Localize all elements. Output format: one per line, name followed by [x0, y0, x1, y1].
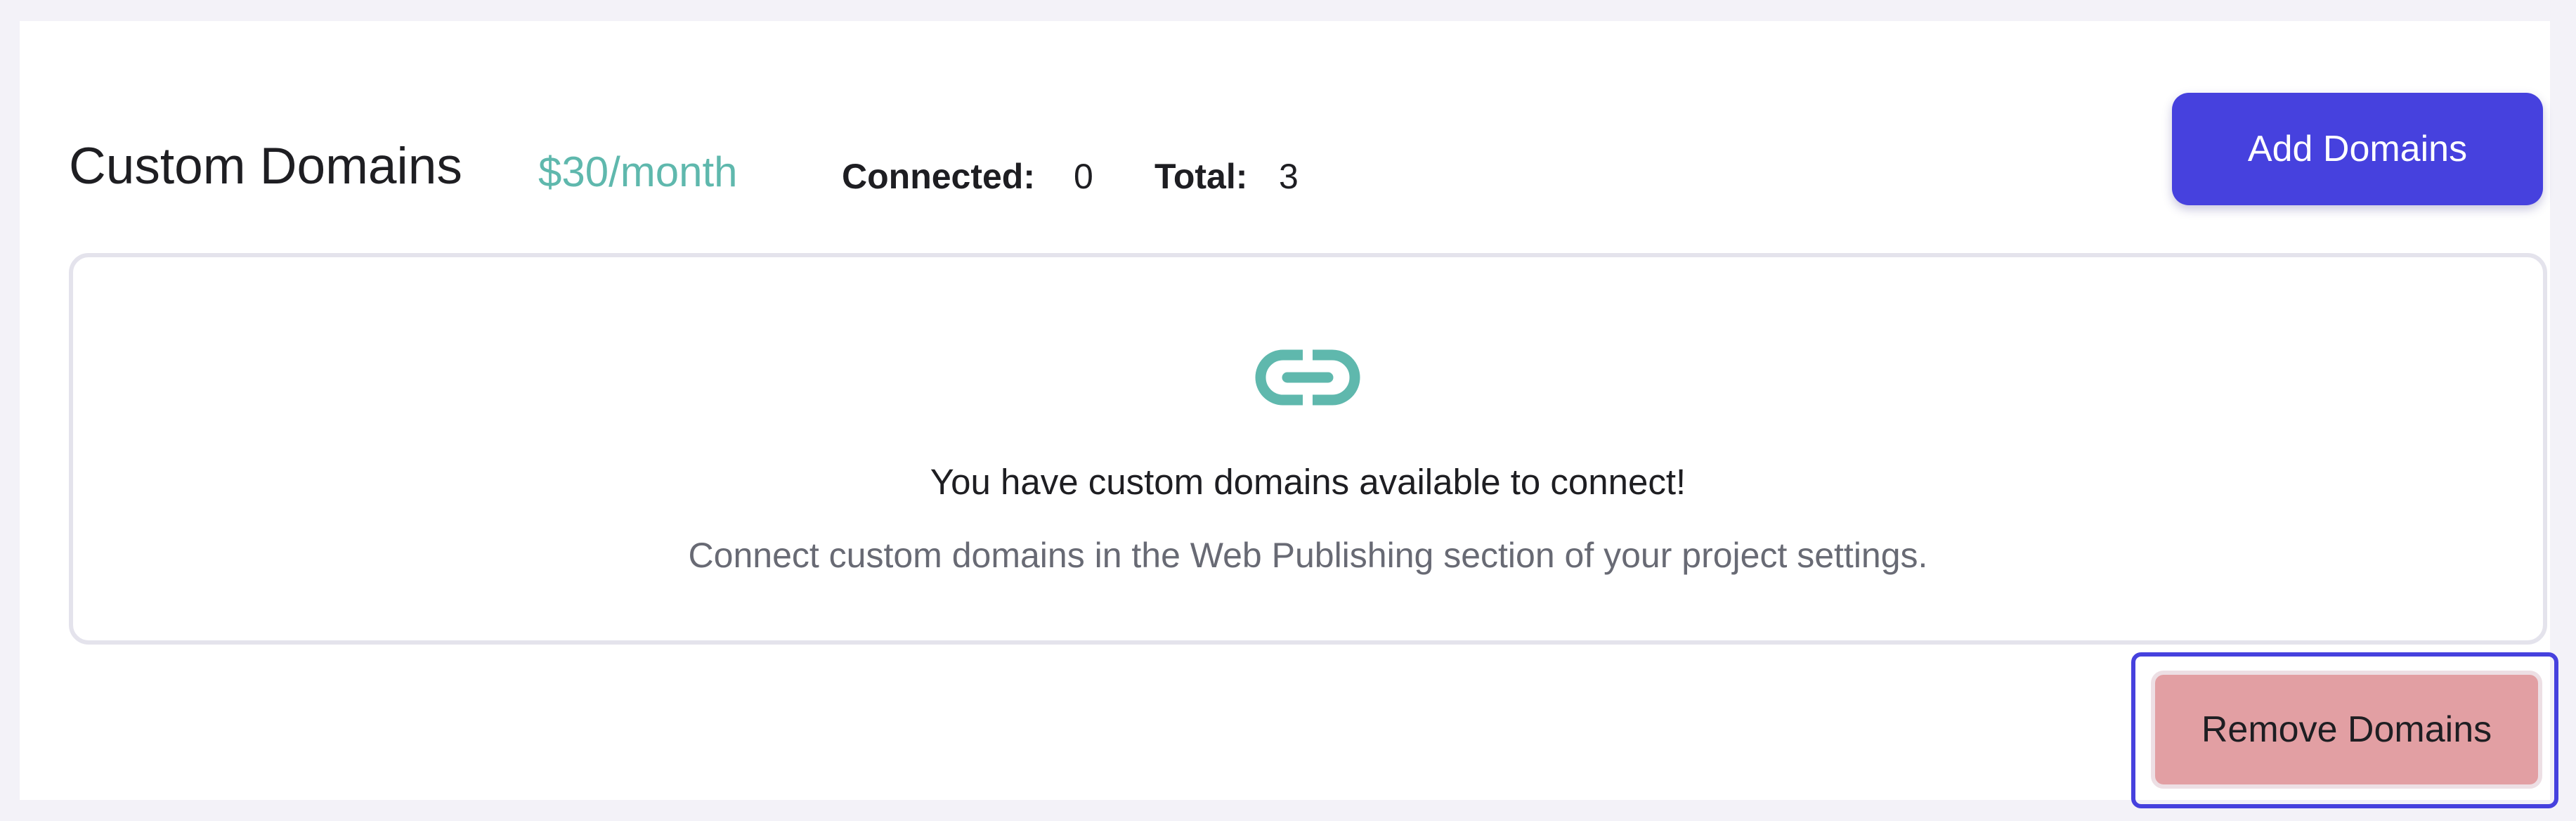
- connected-label: Connected:: [842, 157, 1035, 196]
- custom-domains-panel: Custom Domains $30/month Connected: 0 To…: [20, 21, 2558, 808]
- link-icon: [1255, 349, 1360, 406]
- page-title: Custom Domains: [69, 138, 462, 195]
- add-domains-button[interactable]: Add Domains: [2172, 93, 2543, 205]
- empty-state-subtext: Connect custom domains in the Web Publis…: [688, 536, 1928, 575]
- empty-state-box: You have custom domains available to con…: [69, 253, 2547, 645]
- empty-state-headline: You have custom domains available to con…: [930, 462, 1686, 502]
- total-label: Total:: [1154, 157, 1248, 196]
- connected-count: 0: [1074, 157, 1093, 196]
- total-count: 3: [1279, 157, 1299, 196]
- price-label: $30/month: [538, 148, 738, 195]
- remove-domains-button[interactable]: Remove Domains: [2151, 671, 2542, 789]
